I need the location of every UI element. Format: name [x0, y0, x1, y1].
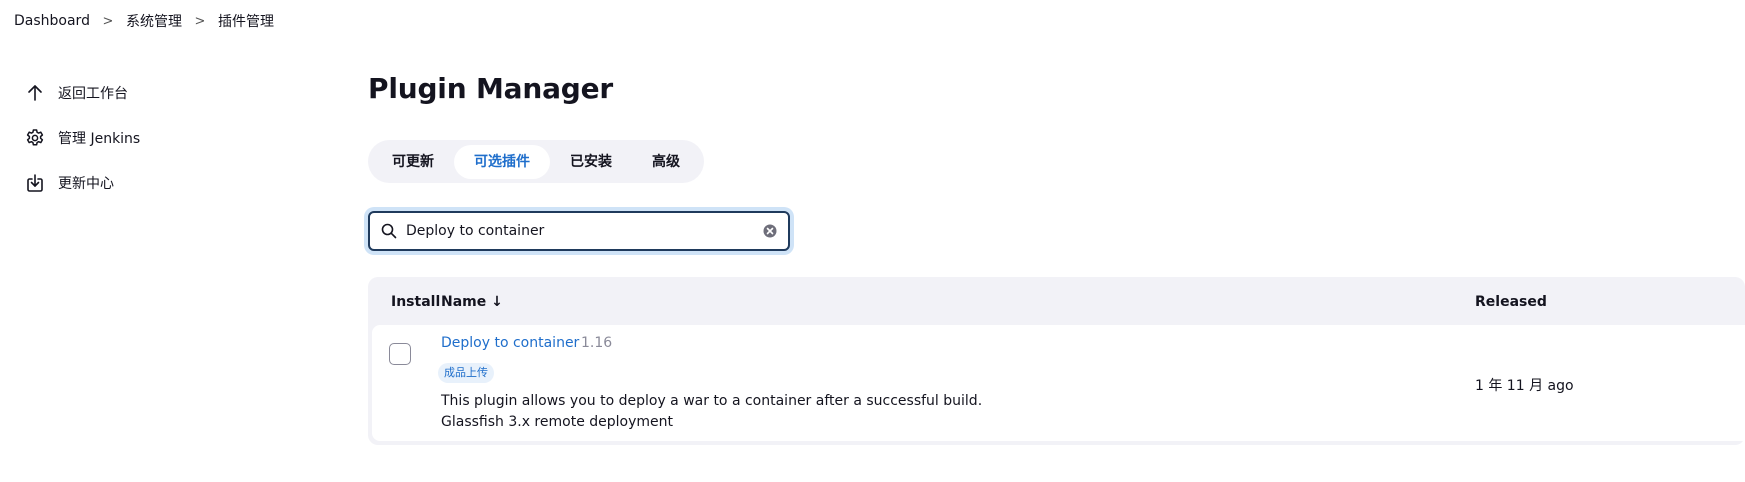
table-row: Deploy to container 1.16 成品上传 This plugi…	[372, 325, 1745, 441]
plugin-description-line: Glassfish 3.x remote deployment	[441, 414, 673, 430]
search-input[interactable]	[406, 223, 762, 239]
plugins-table: Install Name ↓ Released Deploy to contai…	[368, 277, 1745, 445]
tab-updates[interactable]: 可更新	[372, 145, 454, 179]
download-icon	[24, 172, 46, 194]
page-title: Plugin Manager	[368, 72, 614, 105]
clear-search-icon[interactable]	[762, 223, 778, 239]
column-header-install: Install	[391, 294, 441, 310]
install-checkbox[interactable]	[389, 343, 411, 365]
plugin-released: 1 年 11 月 ago	[1475, 378, 1574, 394]
sidebar-item-manage-jenkins[interactable]: 管理 Jenkins	[24, 120, 284, 156]
breadcrumb-system-management[interactable]: 系统管理	[126, 11, 182, 31]
sidebar-item-update-center[interactable]: 更新中心	[24, 165, 284, 201]
tab-bar: 可更新 可选插件 已安装 高级	[368, 140, 704, 183]
breadcrumb-dashboard[interactable]: Dashboard	[14, 13, 90, 29]
tab-installed[interactable]: 已安装	[550, 145, 632, 179]
plugin-name-link[interactable]: Deploy to container	[441, 335, 579, 351]
breadcrumb-separator: >	[102, 13, 114, 29]
sidebar-item-label: 更新中心	[58, 176, 114, 192]
plugin-version: 1.16	[581, 335, 613, 351]
table-header: Install Name ↓ Released	[372, 277, 1745, 325]
plugin-description-line: This plugin allows you to deploy a war t…	[441, 393, 983, 409]
search-icon	[381, 223, 397, 239]
sidebar-item-back-to-workbench[interactable]: 返回工作台	[24, 75, 284, 111]
plugin-category-tag[interactable]: 成品上传	[438, 363, 494, 383]
breadcrumb: Dashboard > 系统管理 > 插件管理	[14, 11, 274, 31]
breadcrumb-plugin-management[interactable]: 插件管理	[218, 11, 274, 31]
tab-advanced[interactable]: 高级	[632, 145, 700, 179]
sidebar: 返回工作台 管理 Jenkins 更新中心	[24, 75, 284, 210]
search-box	[368, 211, 790, 251]
sidebar-item-label: 管理 Jenkins	[58, 131, 141, 147]
tab-available-plugins[interactable]: 可选插件	[454, 144, 550, 179]
arrow-up-icon	[24, 82, 46, 104]
column-header-released[interactable]: Released	[1475, 294, 1547, 310]
sidebar-item-label: 返回工作台	[58, 86, 128, 102]
plugin-description: This plugin allows you to deploy a war t…	[441, 391, 982, 433]
gear-icon	[24, 127, 46, 149]
column-header-name[interactable]: Name ↓	[441, 294, 503, 310]
breadcrumb-separator: >	[194, 13, 206, 29]
